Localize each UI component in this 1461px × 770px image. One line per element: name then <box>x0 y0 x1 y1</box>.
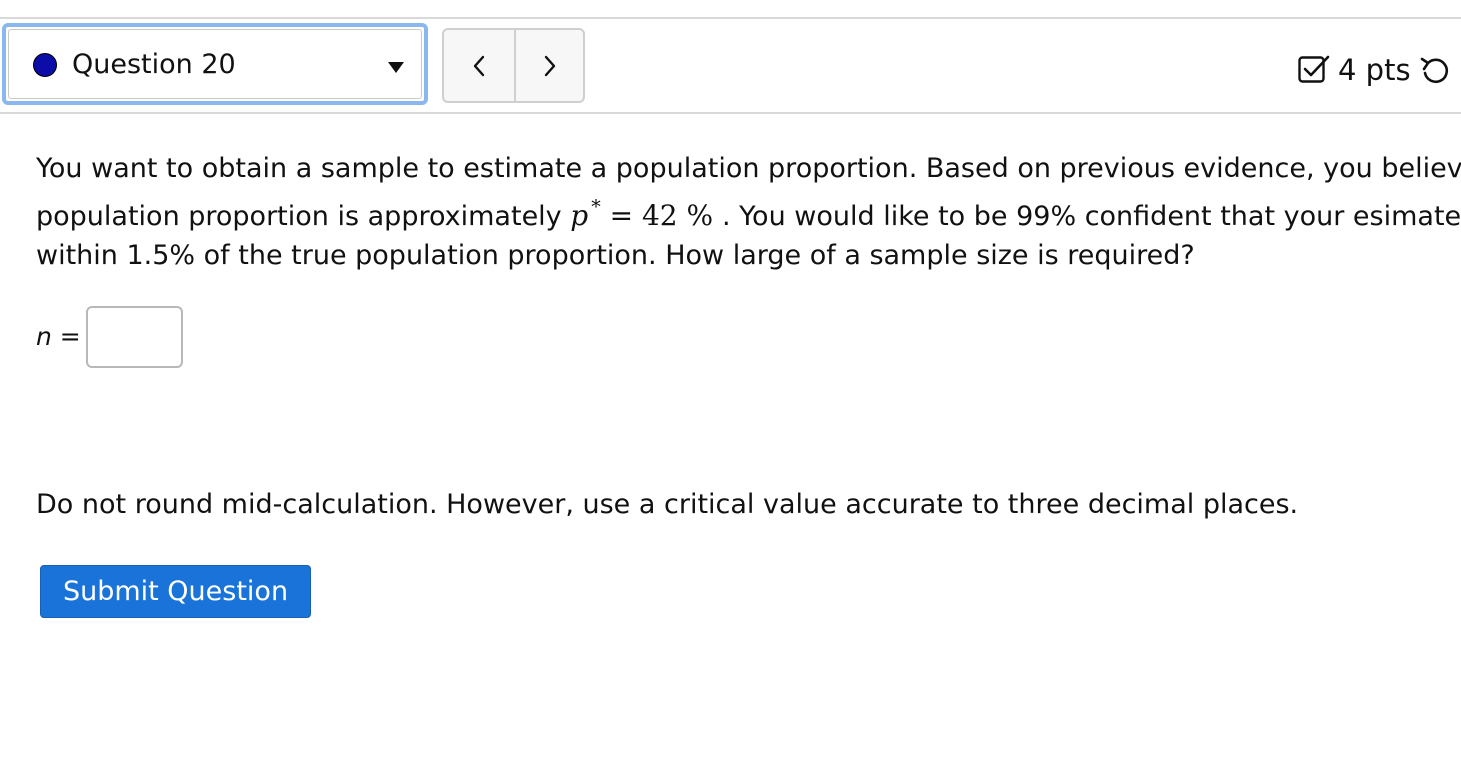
question-selector[interactable]: Question 20 <box>2 23 428 105</box>
question-text: You want to obtain a sample to estimate … <box>36 149 1461 275</box>
undo-icon[interactable] <box>1419 55 1451 87</box>
chevron-right-icon <box>544 55 556 77</box>
question-line-1: You want to obtain a sample to estimate … <box>36 153 1461 184</box>
answer-variable: n <box>36 322 52 351</box>
math-rhs: = 42 % <box>600 199 722 232</box>
question-nav <box>442 28 585 103</box>
question-line-2: population proportion is approximately p… <box>36 188 1461 236</box>
checkbox-check-icon <box>1298 55 1330 83</box>
answer-input[interactable] <box>86 306 183 368</box>
question-selector-label: Question 20 <box>72 49 236 80</box>
answer-label: n = <box>36 322 81 352</box>
question-line-2-suffix: . You would like to be 99% confident tha… <box>721 201 1461 232</box>
math-expression: p * = 42 % <box>570 196 722 232</box>
next-question-button[interactable] <box>515 30 585 101</box>
top-divider <box>0 17 1461 19</box>
instruction-note: Do not round mid-calculation. However, u… <box>36 489 1299 520</box>
header-divider <box>0 112 1461 114</box>
submit-question-button[interactable]: Submit Question <box>40 565 311 618</box>
previous-question-button[interactable] <box>444 30 516 101</box>
chevron-left-icon <box>473 55 485 77</box>
points-label: 4 pts <box>1338 53 1411 87</box>
question-status-dot-icon <box>33 53 57 77</box>
question-line-2-prefix: population proportion is approximately <box>36 201 571 232</box>
math-superscript: * <box>591 196 601 218</box>
math-variable: p <box>570 199 589 232</box>
answer-equals: = <box>51 322 81 351</box>
caret-down-icon <box>388 62 404 73</box>
question-line-3: within 1.5% of the true population propo… <box>36 240 1195 271</box>
